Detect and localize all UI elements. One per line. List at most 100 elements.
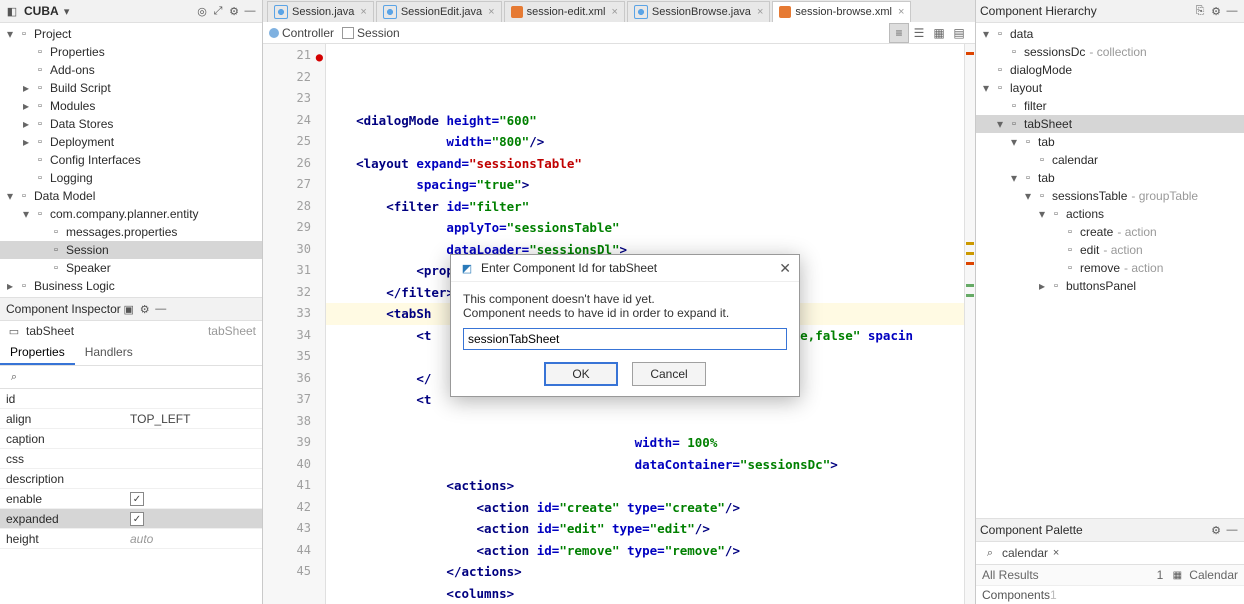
project-tree-item[interactable]: ▫Config Interfaces [0, 151, 262, 169]
view-list-icon[interactable]: ☰ [909, 23, 929, 43]
project-tree-item[interactable]: ▸▫Data Stores [0, 115, 262, 133]
minimize-icon[interactable]: — [1224, 3, 1240, 19]
hierarchy-item[interactable]: ▾▫sessionsTable - groupTable [976, 187, 1244, 205]
project-tree-item[interactable]: ▫messages.properties [0, 223, 262, 241]
cancel-button[interactable]: Cancel [632, 362, 706, 386]
chevron-down-icon[interactable]: ▾ [59, 3, 75, 19]
close-icon[interactable]: × [488, 6, 494, 18]
property-row[interactable]: css [0, 449, 262, 469]
property-row[interactable]: heightauto [0, 529, 262, 549]
close-icon[interactable]: × [611, 6, 617, 18]
hierarchy-item[interactable]: ▾▫layout [976, 79, 1244, 97]
project-tree-item[interactable]: ▫Add-ons [0, 61, 262, 79]
gear-icon[interactable]: ⚙ [226, 3, 242, 19]
hierarchy-item[interactable]: ▫dialogMode [976, 61, 1244, 79]
close-icon[interactable]: ✕ [779, 260, 791, 277]
expand-icon[interactable]: ⤢ [210, 3, 226, 19]
java-file-icon [274, 5, 288, 19]
hierarchy-item[interactable]: ▫sessionsDc - collection [976, 43, 1244, 61]
editor-tab[interactable]: SessionBrowse.java× [627, 1, 771, 22]
palette-search[interactable]: ⌕ calendar × [976, 542, 1244, 565]
tab-properties[interactable]: Properties [0, 341, 75, 365]
property-row[interactable]: enable✓ [0, 489, 262, 509]
target-icon[interactable]: ◎ [194, 3, 210, 19]
gear-icon[interactable]: ⚙ [137, 301, 153, 317]
project-tree-item[interactable]: ▾▫Project [0, 25, 262, 43]
project-tree-item[interactable]: ▾▫Data Model [0, 187, 262, 205]
calendar-icon: ▦ [1169, 567, 1185, 583]
locate-icon[interactable]: ⎘ [1192, 3, 1208, 19]
project-tree-item[interactable]: ▾▫com.company.planner.entity [0, 205, 262, 223]
hierarchy-item[interactable]: ▫remove - action [976, 259, 1244, 277]
project-tree[interactable]: ▾▫Project▫Properties▫Add-ons▸▫Build Scri… [0, 23, 262, 297]
property-row[interactable]: alignTOP_LEFT [0, 409, 262, 429]
close-icon[interactable]: × [360, 6, 366, 18]
gear-icon[interactable]: ⚙ [1208, 3, 1224, 19]
hierarchy-item[interactable]: ▫filter [976, 97, 1244, 115]
hierarchy-item[interactable]: ▫edit - action [976, 241, 1244, 259]
addon-icon: ▫ [32, 62, 48, 78]
script-icon: ▫ [32, 80, 48, 96]
right-sidebar: Component Hierarchy ⎘ ⚙ — ▾▫data▫session… [975, 0, 1244, 604]
project-tree-item[interactable]: ▸▫Modules [0, 97, 262, 115]
editor-tab[interactable]: SessionEdit.java× [376, 1, 502, 22]
editor-tab[interactable]: session-browse.xml× [772, 1, 911, 22]
project-tree-item[interactable]: ▫Properties [0, 43, 262, 61]
minimize-icon[interactable]: — [242, 3, 258, 19]
hierarchy-tree[interactable]: ▾▫data▫sessionsDc - collection▫dialogMod… [976, 23, 1244, 518]
ok-button[interactable]: OK [544, 362, 618, 386]
crumb-session[interactable]: Session [342, 26, 400, 40]
project-tree-item[interactable]: ▫Session [0, 241, 262, 259]
cal-icon: ▫ [1034, 152, 1050, 168]
minimize-icon[interactable]: — [1224, 522, 1240, 538]
tab-icon: ▫ [1020, 134, 1036, 150]
property-row[interactable]: expanded✓ [0, 509, 262, 529]
a-icon: ▫ [1062, 224, 1078, 240]
property-row[interactable]: description [0, 469, 262, 489]
project-tree-item[interactable]: ▫Logging [0, 169, 262, 187]
project-tree-item[interactable]: ▫Speaker [0, 259, 262, 277]
hierarchy-item[interactable]: ▫create - action [976, 223, 1244, 241]
hierarchy-item[interactable]: ▾▫data [976, 25, 1244, 43]
props-icon: ▫ [32, 44, 48, 60]
tab-handlers[interactable]: Handlers [75, 341, 143, 365]
hierarchy-item[interactable]: ▾▫tabSheet [976, 115, 1244, 133]
error-stripe[interactable] [964, 44, 975, 604]
property-row[interactable]: id [0, 389, 262, 409]
dlg-icon: ▫ [992, 62, 1008, 78]
cuba-icon: ◧ [4, 3, 20, 19]
editor-tab[interactable]: session-edit.xml× [504, 1, 625, 22]
project-tree-item[interactable]: ▸▫Deployment [0, 133, 262, 151]
pkg-icon: ▫ [32, 206, 48, 222]
gear-icon[interactable]: ⚙ [1208, 522, 1224, 538]
project-tree-item[interactable]: ▸▫Business Logic [0, 277, 262, 295]
entity-icon: ▫ [48, 242, 64, 258]
minimize-icon[interactable]: — [153, 301, 169, 317]
editor-tab[interactable]: Session.java× [267, 1, 374, 22]
view-image-icon[interactable]: ▦ [929, 23, 949, 43]
hierarchy-item[interactable]: ▾▫actions [976, 205, 1244, 223]
hierarchy-item[interactable]: ▸▫buttonsPanel [976, 277, 1244, 295]
tab-icon: ▫ [1020, 170, 1036, 186]
palette-search-value: calendar [1002, 546, 1048, 560]
view-split-icon[interactable]: ▤ [949, 23, 969, 43]
inspector-search[interactable]: ⌕ [0, 366, 262, 388]
tabs-icon: ▫ [1006, 116, 1022, 132]
close-icon[interactable]: × [898, 6, 904, 18]
project-tree-item[interactable]: ▸▫Build Script [0, 79, 262, 97]
layout-icon[interactable]: ▣ [121, 301, 137, 317]
search-icon: ⌕ [982, 545, 998, 561]
property-row[interactable]: caption [0, 429, 262, 449]
crumb-controller[interactable]: Controller [269, 26, 334, 40]
view-text-icon[interactable]: ≡ [889, 23, 909, 43]
hierarchy-item[interactable]: ▫calendar [976, 151, 1244, 169]
component-id-input[interactable] [463, 328, 787, 350]
clear-icon[interactable]: × [1048, 545, 1064, 561]
properties-table[interactable]: idalignTOP_LEFTcaptioncssdescriptionenab… [0, 388, 262, 549]
hierarchy-item[interactable]: ▾▫tab [976, 133, 1244, 151]
palette-title: Component Palette [980, 523, 1083, 537]
palette-tree-item[interactable]: Components1 [976, 586, 1244, 604]
palette-result-item[interactable]: Calendar [1189, 568, 1238, 582]
hierarchy-item[interactable]: ▾▫tab [976, 169, 1244, 187]
close-icon[interactable]: × [757, 6, 763, 18]
